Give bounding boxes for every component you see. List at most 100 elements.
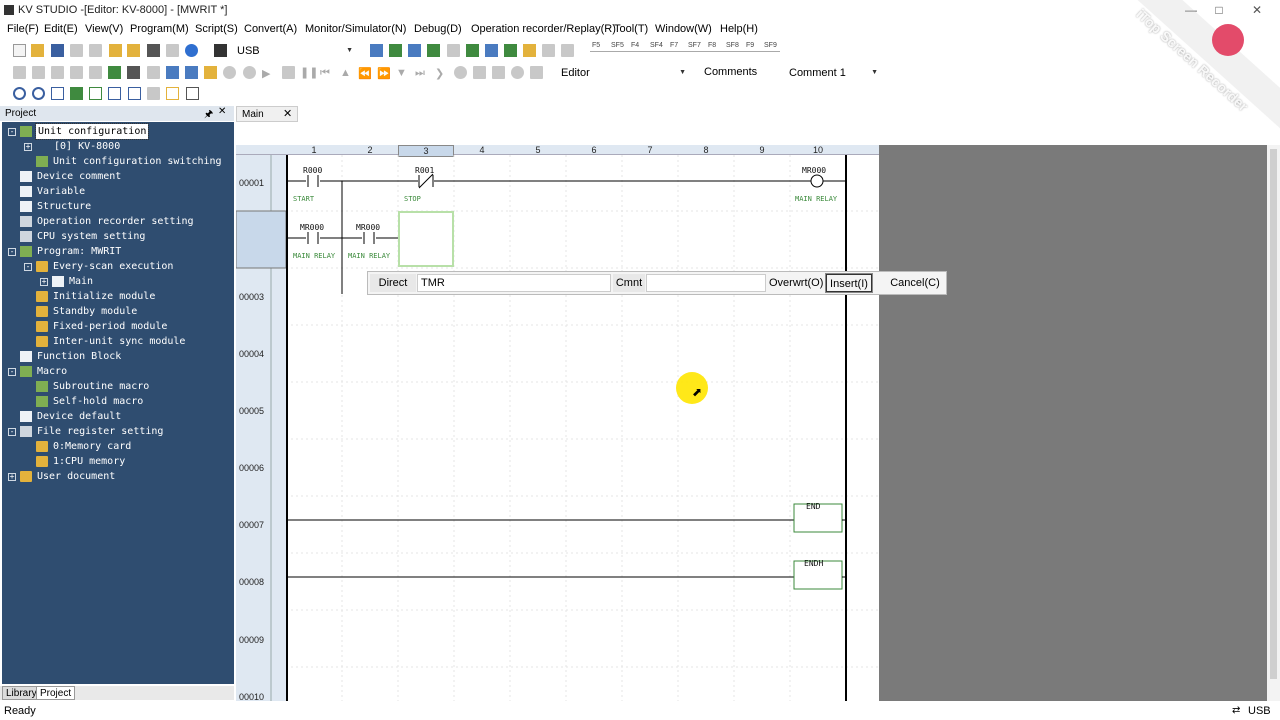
save-all-icon[interactable]	[70, 44, 83, 57]
calc-icon[interactable]	[530, 66, 543, 79]
window-icon[interactable]	[186, 87, 199, 100]
menu-monitor-simulator[interactable]: Monitor/Simulator(N)	[305, 23, 406, 35]
step-forward-icon[interactable]: ⏩	[377, 67, 391, 80]
search-icon[interactable]	[447, 44, 460, 57]
zoom-out-icon[interactable]	[32, 87, 45, 100]
verify-plc-icon[interactable]	[408, 44, 421, 57]
save-icon[interactable]	[51, 44, 64, 57]
collapse-icon[interactable]: -	[8, 368, 16, 376]
hand-icon[interactable]	[473, 66, 486, 79]
table-view-icon[interactable]	[108, 87, 121, 100]
triangle-up-icon[interactable]: ▲	[340, 67, 351, 79]
step-back-icon[interactable]: ⏪	[358, 67, 372, 80]
skip-forward-icon[interactable]: ⏭	[415, 67, 425, 80]
transfer-plc-icon[interactable]	[370, 44, 383, 57]
comment-icon[interactable]	[523, 44, 536, 57]
tab-library[interactable]: Library	[2, 686, 41, 700]
menu-convert[interactable]: Convert(A)	[244, 23, 297, 35]
edit-cursor-cell[interactable]	[398, 211, 454, 267]
import-icon[interactable]	[127, 44, 140, 57]
stack-icon[interactable]	[127, 66, 140, 79]
collapse-icon[interactable]: -	[8, 128, 16, 136]
sim-icon[interactable]	[466, 44, 479, 57]
expand-icon[interactable]: +	[8, 473, 16, 481]
fkey-f7[interactable]: F7	[670, 42, 678, 49]
overwrite-button[interactable]: Overwrt(O)	[769, 274, 823, 292]
coil-mr000[interactable]	[810, 174, 824, 188]
contact-r000[interactable]	[306, 175, 320, 187]
collapse-icon[interactable]: -	[24, 263, 32, 271]
pause-icon[interactable]: ❚❚	[300, 66, 318, 79]
indent-icon[interactable]	[32, 66, 45, 79]
new-file-icon[interactable]	[13, 44, 26, 57]
tab-close-icon[interactable]: ✕	[283, 107, 292, 120]
menu-debug[interactable]: Debug(D)	[414, 23, 462, 35]
menu-script[interactable]: Script(S)	[195, 23, 238, 35]
comment-select[interactable]: Comment 1 ▼	[784, 64, 882, 82]
user-settings-icon[interactable]	[185, 66, 198, 79]
fkey-sf4[interactable]: SF4	[650, 42, 663, 49]
fkey-f4[interactable]: F4	[631, 42, 639, 49]
tab-main[interactable]: Main ✕	[236, 106, 298, 122]
fkey-sf9[interactable]: SF9	[764, 42, 777, 49]
collapse-icon[interactable]: -	[8, 248, 16, 256]
grid-icon[interactable]	[561, 44, 574, 57]
contact-mr000-1[interactable]	[306, 232, 320, 244]
help-icon[interactable]	[185, 44, 198, 57]
cancel-button[interactable]: Cancel(C)	[888, 274, 942, 292]
fkey-sf7[interactable]: SF7	[688, 42, 701, 49]
copy-file-icon[interactable]	[89, 44, 102, 57]
connection-select[interactable]: USB ▼	[232, 42, 357, 60]
line-icon[interactable]	[70, 66, 83, 79]
bucket-icon[interactable]	[147, 66, 160, 79]
menu-window[interactable]: Window(W)	[655, 23, 712, 35]
list-icon[interactable]	[542, 44, 555, 57]
monitor-icon[interactable]	[427, 44, 440, 57]
circle-icon[interactable]	[454, 66, 467, 79]
sheet-icon[interactable]	[128, 87, 141, 100]
pencil-icon[interactable]	[13, 66, 26, 79]
table-icon[interactable]	[504, 44, 517, 57]
expand-icon[interactable]: +	[24, 143, 32, 151]
box-icon[interactable]	[89, 66, 102, 79]
stop-icon[interactable]	[282, 66, 295, 79]
fkey-f8[interactable]: F8	[708, 42, 716, 49]
fkey-f5[interactable]: F5	[592, 42, 600, 49]
menu-tool[interactable]: Tool(T)	[614, 23, 648, 35]
frame-icon[interactable]	[108, 66, 121, 79]
tab-project[interactable]: Project	[36, 686, 76, 700]
fkey-sf8[interactable]: SF8	[726, 42, 739, 49]
maximize-icon[interactable]: □	[1212, 3, 1226, 17]
fit-icon[interactable]	[51, 87, 64, 100]
menu-file[interactable]: File(F)	[7, 23, 39, 35]
menu-help[interactable]: Help(H)	[720, 23, 758, 35]
insert-button[interactable]: Insert(I)	[825, 273, 873, 293]
fkey-sf5[interactable]: SF5	[611, 42, 624, 49]
collapse-icon[interactable]: -	[8, 428, 16, 436]
menu-view[interactable]: View(V)	[85, 23, 123, 35]
panel-close-icon[interactable]: ✕	[218, 106, 226, 117]
skip-back-icon[interactable]: ⏮	[320, 67, 330, 80]
contact-r001-nc[interactable]	[418, 173, 434, 189]
grid-view-icon[interactable]	[147, 87, 160, 100]
read-plc-icon[interactable]	[389, 44, 402, 57]
print-icon[interactable]	[147, 44, 160, 57]
menu-program[interactable]: Program(M)	[130, 23, 189, 35]
instruction-input[interactable]	[417, 274, 611, 292]
scroll-thumb[interactable]	[1270, 149, 1277, 679]
close-icon[interactable]: ✕	[1250, 3, 1264, 17]
split-icon[interactable]	[89, 87, 102, 100]
triangle-down-icon[interactable]: ▼	[396, 67, 407, 79]
next-icon[interactable]: ❯	[435, 67, 444, 80]
people-icon[interactable]	[166, 66, 179, 79]
device-monitor-icon[interactable]	[485, 44, 498, 57]
outdent-icon[interactable]	[51, 66, 64, 79]
hex-icon[interactable]	[166, 87, 179, 100]
mode-select[interactable]: Editor ▼	[556, 64, 690, 82]
print-preview-icon[interactable]	[166, 44, 179, 57]
open-folder-icon[interactable]	[31, 44, 44, 57]
usb-connect-icon[interactable]	[214, 44, 227, 57]
comment-input[interactable]	[646, 274, 766, 292]
play-icon[interactable]: ▶	[262, 67, 270, 80]
vertical-scrollbar[interactable]	[1267, 145, 1280, 701]
